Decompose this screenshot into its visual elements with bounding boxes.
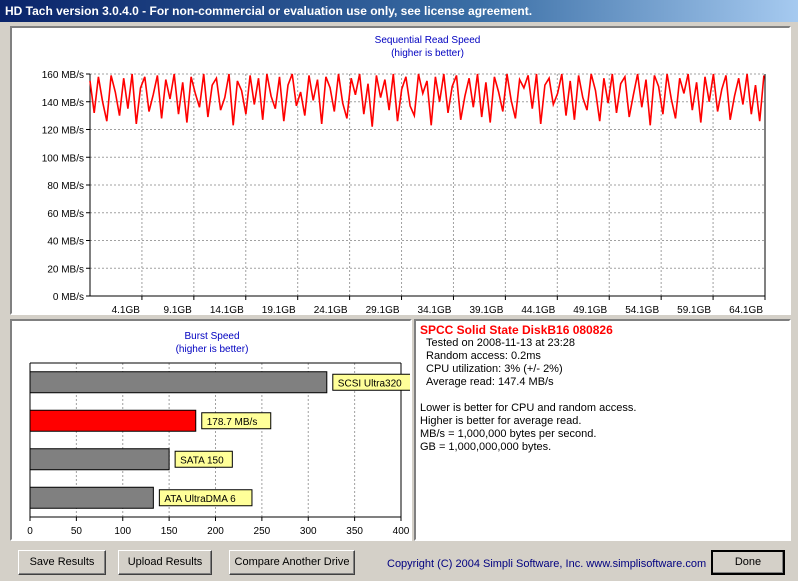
burst-bar-label: ATA UltraDMA 6 (164, 494, 236, 505)
burst-x-tick-label: 300 (300, 526, 317, 537)
seq-y-tick-label: 140 MB/s (42, 98, 84, 109)
title-bar: HD Tach version 3.0.4.0 - For non-commer… (0, 0, 798, 22)
burst-x-tick-label: 150 (161, 526, 178, 537)
seq-x-tick-label: 14.1GB (210, 305, 244, 313)
seq-x-tick-label: 19.1GB (262, 305, 296, 313)
burst-speed-plot: Burst Speed (higher is better) 0 50 100 150 20… (27, 331, 410, 537)
seq-chart-title: Sequential Read Speed (375, 35, 481, 46)
seq-y-tick-label: 0 MB/s (53, 292, 84, 303)
seq-y-tick-label: 40 MB/s (47, 237, 84, 248)
seq-x-tick-label: 64.1GB (729, 305, 763, 313)
burst-x-tick-label: 200 (207, 526, 224, 537)
seq-y-tick-label: 60 MB/s (47, 209, 84, 220)
compare-another-drive-button[interactable]: Compare Another Drive (229, 550, 355, 575)
burst-x-tick-label: 0 (27, 526, 33, 537)
random-access: Random access: 0.2ms (426, 350, 541, 362)
save-results-button[interactable]: Save Results (18, 550, 106, 575)
seq-x-tick-label: 59.1GB (677, 305, 711, 313)
burst-bar (29, 486, 154, 509)
seq-y-tick-label: 120 MB/s (42, 126, 84, 137)
seq-x-tick-label: 54.1GB (625, 305, 659, 313)
note-mbs: MB/s = 1,000,000 bytes per second. (420, 428, 597, 440)
sequential-read-plot: Sequential Read Speed (higher is better) 0… (42, 35, 766, 313)
burst-x-tick-label: 100 (114, 526, 131, 537)
burst-x-tick-label: 350 (346, 526, 363, 537)
burst-x-tick-label: 250 (254, 526, 271, 537)
burst-x-tick-label: 50 (71, 526, 83, 537)
tested-on: Tested on 2008-11-13 at 23:28 (426, 337, 576, 349)
burst-x-tick-label: 400 (393, 526, 410, 537)
burst-bar (29, 371, 328, 394)
average-read: Average read: 147.4 MB/s (426, 376, 554, 388)
seq-x-tick-label: 4.1GB (112, 305, 141, 313)
seq-x-tick-label: 49.1GB (573, 305, 607, 313)
burst-bar-label: SATA 150 (180, 455, 224, 466)
burst-bar-label: SCSI Ultra320 (338, 378, 402, 389)
note-average: Higher is better for average read. (420, 415, 582, 427)
seq-x-tick-label: 9.1GB (163, 305, 192, 313)
seq-x-tick-label: 29.1GB (366, 305, 400, 313)
drive-name: SPCC Solid State DiskB16 080826 (420, 323, 613, 337)
burst-bar (29, 448, 170, 471)
seq-y-tick-label: 160 MB/s (42, 70, 84, 81)
note-gb: GB = 1,000,000,000 bytes. (420, 441, 552, 453)
seq-x-tick-label: 39.1GB (469, 305, 503, 313)
copyright: Copyright (C) 2004 Simpli Software, Inc.… (387, 558, 707, 570)
note-cpu: Lower is better for CPU and random acces… (420, 402, 637, 414)
seq-y-tick-label: 20 MB/s (47, 264, 84, 275)
seq-y-tick-label: 100 MB/s (42, 153, 84, 164)
burst-bar (29, 409, 197, 432)
results-panel: SPCC Solid State DiskB16 080826 Tested o… (414, 319, 791, 541)
seq-y-tick-label: 80 MB/s (47, 181, 84, 192)
burst-speed-chart: Burst Speed (higher is better) 0 50 100 150 20… (10, 319, 412, 541)
burst-bar-label: 178.7 MB/s (207, 417, 258, 428)
sequential-read-chart: Sequential Read Speed (higher is better) 0… (10, 26, 791, 315)
seq-x-tick-label: 44.1GB (521, 305, 555, 313)
seq-x-tick-label: 24.1GB (314, 305, 348, 313)
seq-chart-subtitle: (higher is better) (391, 48, 464, 59)
seq-read-series-line (89, 73, 765, 127)
done-button[interactable]: Done (711, 550, 785, 575)
burst-chart-subtitle: (higher is better) (176, 344, 249, 355)
burst-chart-title: Burst Speed (184, 331, 239, 342)
seq-x-tick-label: 34.1GB (418, 305, 452, 313)
upload-results-button[interactable]: Upload Results (118, 550, 212, 575)
window-title: HD Tach version 3.0.4.0 - For non-commer… (5, 4, 533, 18)
cpu-utilization: CPU utilization: 3% (+/- 2%) (426, 363, 563, 375)
